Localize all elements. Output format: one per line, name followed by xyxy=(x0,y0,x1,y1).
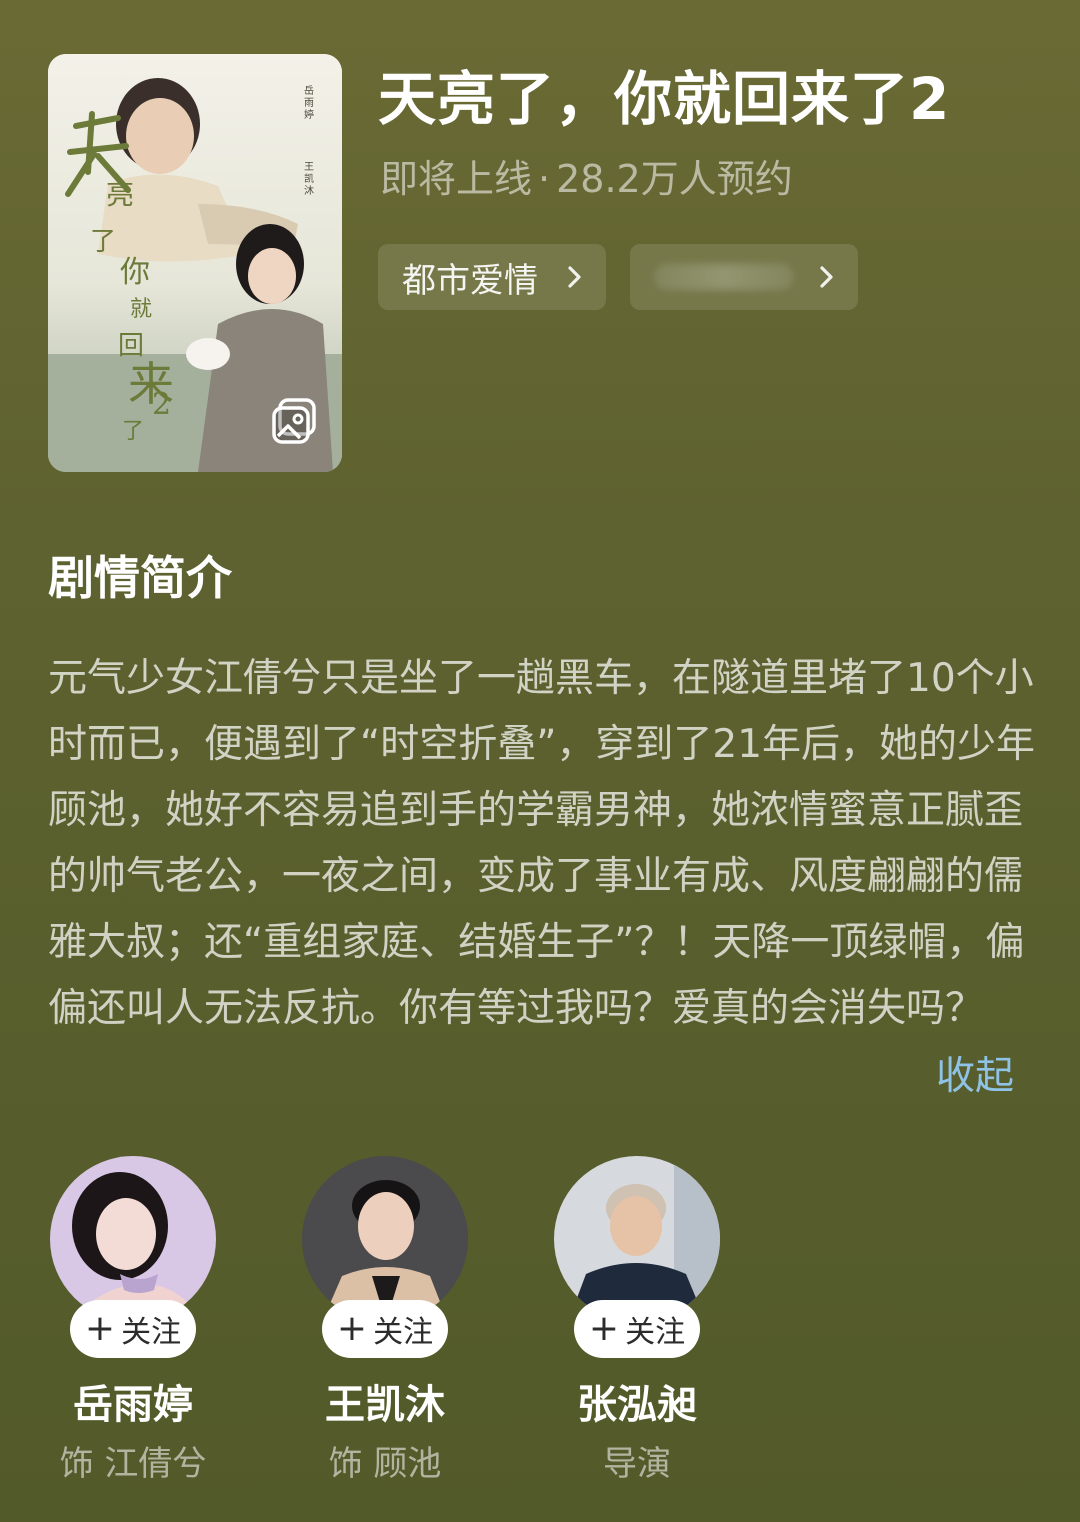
release-status: 即将上线 · 28.2万人预约 xyxy=(380,148,793,203)
plus-icon: + xyxy=(84,1308,116,1349)
avatar[interactable] xyxy=(50,1156,216,1322)
svg-text:了: 了 xyxy=(90,227,116,257)
svg-text:亮: 亮 xyxy=(106,178,134,211)
follow-label: 关注 xyxy=(373,1315,434,1350)
blurred-tag-label xyxy=(654,264,794,290)
svg-text:凯: 凯 xyxy=(304,172,314,185)
svg-text:雨: 雨 xyxy=(304,98,314,109)
svg-text:了: 了 xyxy=(122,419,144,444)
reservation-count: 28.2万人预约 xyxy=(556,157,793,201)
show-title: 天亮了，你就回来了2 xyxy=(378,65,951,133)
poster-image[interactable]: 亮 了 你 就 回 来 了 2 岳雨婷 王凯沐 xyxy=(48,54,342,472)
chevron-right-icon xyxy=(568,266,581,288)
svg-text:婷: 婷 xyxy=(304,108,314,121)
cast-role: 导演 xyxy=(603,1444,671,1484)
svg-text:沐: 沐 xyxy=(304,184,314,197)
follow-label: 关注 xyxy=(121,1315,182,1350)
synopsis-text: 元气少女江倩兮只是坐了一趟黑车，在隧道里堵了10个小时而已，便遇到了“时空折叠”… xyxy=(48,656,1036,1031)
cast-role: 饰 顾池 xyxy=(328,1444,442,1484)
svg-text:岳: 岳 xyxy=(304,85,314,97)
cast-member[interactable]: + 关注 张泓昶 导演 xyxy=(552,1156,722,1485)
separator: · xyxy=(538,157,551,201)
chevron-right-icon xyxy=(820,266,833,288)
cast-member[interactable]: + 关注 王凯沐 饰 顾池 xyxy=(300,1156,470,1485)
cast-role: 饰 江倩兮 xyxy=(59,1444,207,1484)
avatar[interactable] xyxy=(302,1156,468,1322)
svg-text:你: 你 xyxy=(120,255,150,290)
follow-label: 关注 xyxy=(625,1315,686,1350)
svg-text:就: 就 xyxy=(130,297,152,322)
cast-member[interactable]: + 关注 岳雨婷 饰 江倩兮 xyxy=(48,1156,218,1485)
avatar[interactable] xyxy=(554,1156,720,1322)
plus-icon: + xyxy=(588,1308,620,1349)
follow-button[interactable]: + 关注 xyxy=(322,1300,448,1358)
follow-button[interactable]: + 关注 xyxy=(70,1300,196,1358)
genre-tag-label: 都市爱情 xyxy=(402,260,538,301)
secondary-tag[interactable] xyxy=(630,244,858,310)
genre-tag[interactable]: 都市爱情 xyxy=(378,244,606,310)
svg-text:2: 2 xyxy=(152,387,171,422)
cast-name: 王凯沐 xyxy=(325,1382,445,1428)
follow-button[interactable]: + 关注 xyxy=(574,1300,700,1358)
plus-icon: + xyxy=(336,1308,368,1349)
svg-text:王: 王 xyxy=(304,162,314,173)
gallery-photo-icon[interactable] xyxy=(270,396,320,446)
cast-name: 岳雨婷 xyxy=(73,1382,193,1428)
synopsis-heading: 剧情简介 xyxy=(48,551,232,605)
cast-name: 张泓昶 xyxy=(577,1382,697,1428)
collapse-link[interactable]: 收起 xyxy=(936,1044,1014,1110)
status-text: 即将上线 xyxy=(380,157,533,201)
